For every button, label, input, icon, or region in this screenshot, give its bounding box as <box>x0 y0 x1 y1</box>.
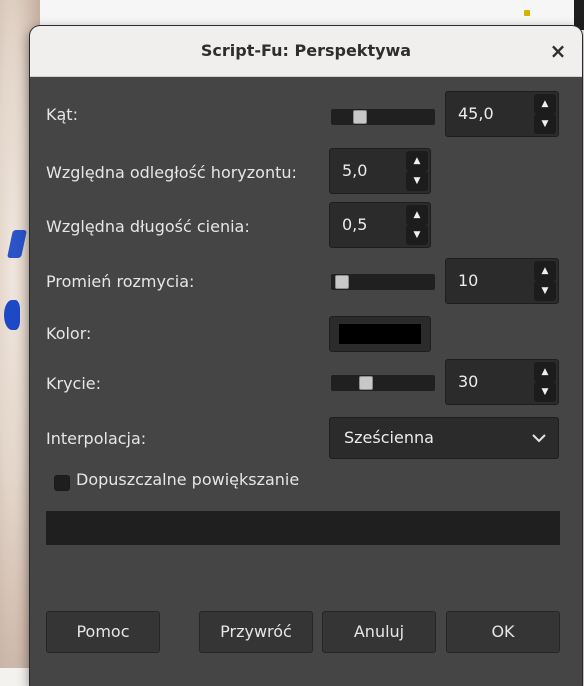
shadow-length-label: Względna długość cienia: <box>46 217 250 236</box>
background-canvas-top <box>0 0 584 28</box>
interpolation-value[interactable]: Sześcienna <box>344 418 434 458</box>
blur-radius-increment-icon[interactable]: ▲ <box>534 261 556 281</box>
opacity-label: Krycie: <box>46 374 102 393</box>
angle-value[interactable]: 45,0 <box>458 92 494 136</box>
cancel-button[interactable]: Anuluj <box>322 611 436 653</box>
angle-label: Kąt: <box>46 105 78 124</box>
color-button[interactable] <box>329 316 431 352</box>
blur-radius-slider[interactable] <box>331 274 435 290</box>
angle-slider[interactable] <box>331 109 435 125</box>
angle-decrement-icon[interactable]: ▼ <box>534 114 556 134</box>
allow-resize-label[interactable]: Dopuszczalne powiększanie <box>76 470 299 489</box>
horizon-distance-label: Względna odległość horyzontu: <box>46 163 297 182</box>
horizon-distance-spinbox[interactable]: 5,0 ▲ ▼ <box>329 148 431 194</box>
horizon-distance-value[interactable]: 5,0 <box>342 149 367 193</box>
color-swatch <box>339 324 421 344</box>
dialog-title: Script-Fu: Perspektywa <box>200 41 412 60</box>
interpolation-dropdown[interactable]: Sześcienna <box>329 417 559 459</box>
titlebar: Script-Fu: Perspektywa × <box>30 26 582 77</box>
angle-spinbox[interactable]: 45,0 ▲ ▼ <box>445 91 559 137</box>
opacity-spinbox[interactable]: 30 ▲ ▼ <box>445 359 559 405</box>
horizon-increment-icon[interactable]: ▲ <box>406 151 428 171</box>
reset-button[interactable]: Przywróć <box>199 611 313 653</box>
ok-button[interactable]: OK <box>446 611 560 653</box>
perspective-dialog: Script-Fu: Perspektywa × Kąt: 45,0 ▲ ▼ W… <box>30 26 582 686</box>
opacity-slider-handle[interactable] <box>359 376 373 390</box>
shadow-length-spinbox[interactable]: 0,5 ▲ ▼ <box>329 202 431 248</box>
angle-increment-icon[interactable]: ▲ <box>534 94 556 114</box>
progress-bar <box>46 511 560 545</box>
opacity-increment-icon[interactable]: ▲ <box>534 362 556 382</box>
chevron-down-icon[interactable] <box>532 431 546 445</box>
color-label: Kolor: <box>46 324 92 343</box>
background-marker <box>524 10 530 16</box>
angle-slider-handle[interactable] <box>353 110 367 124</box>
horizon-decrement-icon[interactable]: ▼ <box>406 171 428 191</box>
opacity-decrement-icon[interactable]: ▼ <box>534 382 556 402</box>
shadow-length-value[interactable]: 0,5 <box>342 203 367 247</box>
background-letter-shape <box>7 230 27 258</box>
opacity-value[interactable]: 30 <box>458 360 478 404</box>
allow-resize-checkbox[interactable] <box>54 475 70 491</box>
interpolation-label: Interpolacja: <box>46 429 147 448</box>
opacity-slider[interactable] <box>331 375 435 391</box>
blur-radius-spinbox[interactable]: 10 ▲ ▼ <box>445 258 559 304</box>
blur-radius-value[interactable]: 10 <box>458 259 478 303</box>
blur-radius-decrement-icon[interactable]: ▼ <box>534 281 556 301</box>
background-letter-shape <box>4 300 20 330</box>
blur-radius-slider-handle[interactable] <box>335 275 349 289</box>
shadow-length-increment-icon[interactable]: ▲ <box>406 205 428 225</box>
blur-radius-label: Promień rozmycia: <box>46 272 195 291</box>
close-icon[interactable]: × <box>546 39 570 63</box>
help-button[interactable]: Pomoc <box>46 611 160 653</box>
shadow-length-decrement-icon[interactable]: ▼ <box>406 225 428 245</box>
